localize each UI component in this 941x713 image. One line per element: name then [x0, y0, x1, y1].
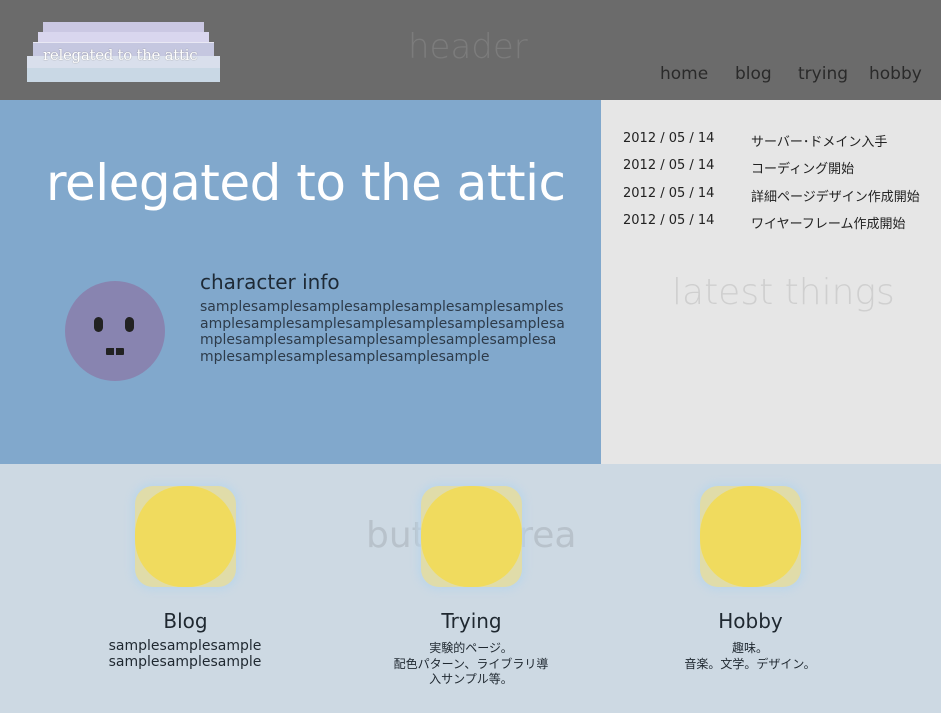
nav-link-trying[interactable]: trying	[798, 64, 848, 84]
nav-link-hobby[interactable]: hobby	[869, 64, 922, 84]
site-logo[interactable]: relegated to the attic	[27, 22, 220, 82]
news-date: 2012 / 05 / 14	[623, 185, 715, 201]
nav-link-blog[interactable]: blog	[735, 64, 772, 84]
hobby-button[interactable]	[700, 486, 801, 587]
avatar-eye	[94, 317, 103, 332]
description-line: 配色パターン、ライブラリ導	[393, 656, 549, 671]
news-text: ワイヤーフレーム作成開始	[751, 216, 906, 232]
news-item[interactable]: 2012 / 05 / 14 コーディング開始	[623, 158, 933, 185]
avatar-eye	[125, 317, 134, 332]
logo-text: relegated to the attic	[43, 46, 198, 64]
hobby-title[interactable]: Hobby	[700, 609, 801, 633]
description-line: 音楽。文学。デザイン。	[684, 656, 816, 671]
news-list: 2012 / 05 / 14 サーバー･ドメイン入手 2012 / 05 / 1…	[623, 131, 933, 240]
news-text: コーディング開始	[751, 162, 855, 178]
avatar-mouth	[106, 348, 124, 355]
hobby-description: 趣味。 音楽。文学。デザイン。	[650, 641, 850, 672]
news-date: 2012 / 05 / 14	[623, 212, 715, 228]
header-section-label: header	[408, 27, 528, 67]
character-avatar	[65, 281, 165, 381]
description-line: samplesamplesample	[108, 638, 262, 654]
character-info-title: character info	[200, 270, 340, 294]
site-title: relegated to the attic	[46, 154, 566, 212]
button-area: button area Blog Trying Hobby samplesamp…	[0, 464, 941, 713]
trying-description: 実験的ページ。 配色パターン、ライブラリ導 入サンプル等。	[371, 641, 571, 688]
blog-description: samplesamplesample samplesamplesample	[85, 638, 285, 670]
sun-icon	[700, 486, 801, 587]
news-text: サーバー･ドメイン入手	[751, 135, 888, 150]
nav-link-home[interactable]: home	[660, 64, 708, 84]
news-item[interactable]: 2012 / 05 / 14 ワイヤーフレーム作成開始	[623, 213, 933, 240]
logo-step	[43, 22, 204, 32]
blog-title[interactable]: Blog	[135, 609, 236, 633]
header: relegated to the attic header home blog …	[0, 0, 941, 100]
latest-sidebar: 2012 / 05 / 14 サーバー･ドメイン入手 2012 / 05 / 1…	[601, 100, 941, 464]
description-line: 趣味。	[731, 641, 768, 655]
news-item[interactable]: 2012 / 05 / 14 詳細ページデザイン作成開始	[623, 186, 933, 213]
main-panel: relegated to the attic character info sa…	[0, 100, 601, 464]
news-date: 2012 / 05 / 14	[623, 131, 715, 146]
trying-title[interactable]: Trying	[421, 609, 522, 633]
blog-button[interactable]	[135, 486, 236, 587]
description-line: samplesamplesample	[108, 654, 262, 670]
news-date: 2012 / 05 / 14	[623, 158, 715, 174]
logo-step	[27, 68, 220, 82]
description-line: 入サンプル等。	[429, 672, 513, 686]
description-line: 実験的ページ。	[429, 641, 513, 655]
sun-icon	[421, 486, 522, 587]
news-item[interactable]: 2012 / 05 / 14 サーバー･ドメイン入手	[623, 131, 933, 158]
character-info-body: samplesamplesamplesamplesamplesamplesamp…	[200, 299, 565, 365]
logo-step	[38, 32, 209, 42]
news-text: 詳細ページデザイン作成開始	[751, 189, 920, 205]
trying-button[interactable]	[421, 486, 522, 587]
sidebar-section-label: latest things	[672, 272, 895, 313]
sun-icon	[135, 486, 236, 587]
